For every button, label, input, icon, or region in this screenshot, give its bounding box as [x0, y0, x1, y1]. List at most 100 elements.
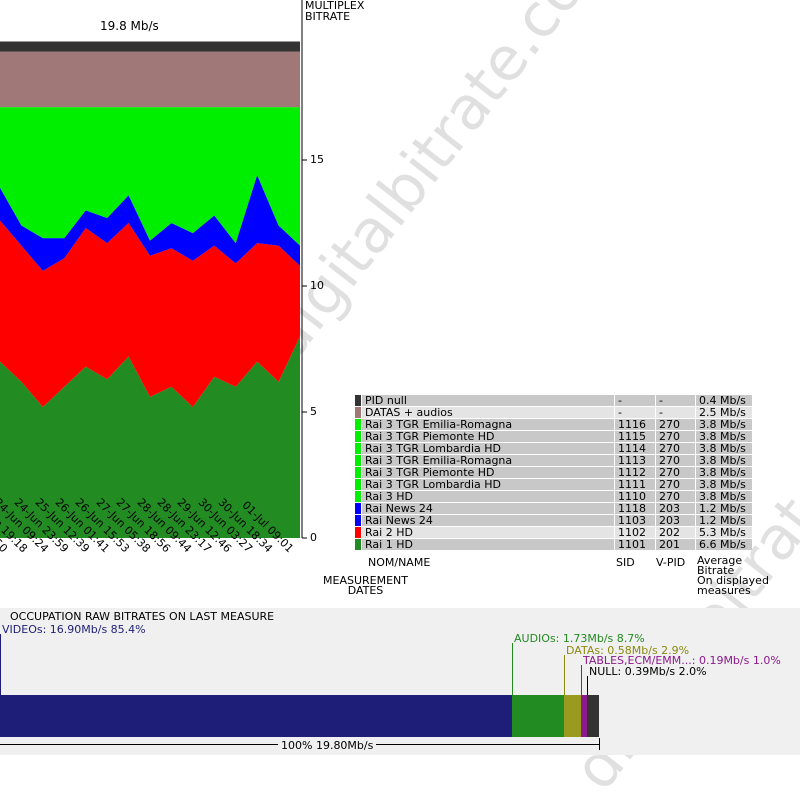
occupation-segment-audios: [512, 695, 564, 737]
legend-channel-name: Rai 3 TGR Lombardia HD: [362, 443, 614, 454]
legend-sid: 1110: [615, 491, 655, 502]
legend-color-swatch: [355, 455, 361, 466]
legend-channel-name: Rai 3 TGR Piemonte HD: [362, 467, 614, 478]
legend-vpid: -: [656, 395, 695, 406]
y-tick-label: 10: [310, 279, 324, 292]
legend-channel-name: DATAS + audios: [362, 407, 614, 418]
legend-header-name: NOM/NAME: [368, 556, 431, 569]
legend-sid: 1114: [615, 443, 655, 454]
legend-vpid: 270: [656, 443, 695, 454]
legend-bitrate: 3.8 Mb/s: [696, 443, 752, 454]
legend-row: Rai 2 HD 1102 202 5.3 Mb/s: [355, 527, 752, 538]
y-tick-label: 0: [310, 531, 317, 544]
y-tick-label: 15: [310, 153, 324, 166]
legend-bitrate: 0.4 Mb/s: [696, 395, 752, 406]
area-series-5: [0, 41, 300, 52]
legend-sid: 1101: [615, 539, 655, 550]
occupation-segment-videos: [0, 695, 512, 737]
legend-bitrate: 3.8 Mb/s: [696, 491, 752, 502]
legend-vpid: -: [656, 407, 695, 418]
legend-channel-name: Rai 2 HD: [362, 527, 614, 538]
legend-sid: 1112: [615, 467, 655, 478]
legend-vpid: 270: [656, 479, 695, 490]
legend-row: Rai News 24 1103 203 1.2 Mb/s: [355, 515, 752, 526]
occupation-leader-videos: [0, 634, 1, 695]
legend-color-swatch: [355, 515, 361, 526]
legend-row: Rai 3 TGR Lombardia HD 1111 270 3.8 Mb/s: [355, 479, 752, 490]
occupation-leader-audios: [512, 643, 513, 695]
legend-header-vpid: V-PID: [656, 556, 686, 569]
legend-vpid: 270: [656, 455, 695, 466]
occupation-leader-null: [587, 676, 588, 695]
legend-color-swatch: [355, 527, 361, 538]
legend-sid: 1118: [615, 503, 655, 514]
legend-channel-name: Rai 3 TGR Lombardia HD: [362, 479, 614, 490]
legend-channel-name: PID null: [362, 395, 614, 406]
legend-sid: -: [615, 407, 655, 418]
legend-channel-name: Rai 1 HD: [362, 539, 614, 550]
legend-color-swatch: [355, 467, 361, 478]
legend-row: Rai 3 TGR Piemonte HD 1115 270 3.8 Mb/s: [355, 431, 752, 442]
legend-vpid: 201: [656, 539, 695, 550]
legend-bitrate: 3.8 Mb/s: [696, 431, 752, 442]
legend-sid: -: [615, 395, 655, 406]
legend-vpid: 203: [656, 503, 695, 514]
legend-row: DATAS + audios - -2.5 Mb/s: [355, 407, 752, 418]
legend-bitrate: 5.3 Mb/s: [696, 527, 752, 538]
legend-header-sid: SID: [616, 556, 635, 569]
legend-bitrate: 2.5 Mb/s: [696, 407, 752, 418]
legend-channel-name: Rai 3 TGR Emilia-Romagna: [362, 419, 614, 430]
legend-sid: 1102: [615, 527, 655, 538]
legend-bitrate: 3.8 Mb/s: [696, 419, 752, 430]
legend-row: Rai 3 TGR Emilia-Romagna 1116 270 3.8 Mb/s: [355, 419, 752, 430]
total-bitrate-label: 19.8 Mb/s: [100, 19, 159, 33]
legend-vpid: 202: [656, 527, 695, 538]
area-series-4: [0, 51, 300, 108]
occupation-total-label: 100% 19.80Mb/s: [278, 739, 377, 752]
legend-row: PID null - -0.4 Mb/s: [355, 395, 752, 406]
legend-row: Rai 1 HD 1101 201 6.6 Mb/s: [355, 539, 752, 550]
legend-color-swatch: [355, 419, 361, 430]
y-axis-title-line2: BITRATE: [305, 10, 351, 23]
measurement-label-line2: DATES: [347, 584, 384, 597]
legend-color-swatch: [355, 431, 361, 442]
legend-color-swatch: [355, 479, 361, 490]
y-tick-label: 5: [310, 405, 317, 418]
legend-color-swatch: [355, 395, 361, 406]
legend-row: Rai 3 HD 1110 270 3.8 Mb/s: [355, 491, 752, 502]
legend-header-average-line4: measures: [697, 584, 751, 597]
legend-bitrate: 3.8 Mb/s: [696, 455, 752, 466]
legend-color-swatch: [355, 503, 361, 514]
occupation-panel: OCCUPATION RAW BITRATES ON LAST MEASURE …: [0, 608, 800, 755]
legend-channel-name: Rai 3 HD: [362, 491, 614, 502]
channel-legend-table: PID null - -0.4 Mb/s DATAS + audios - -2.5 Mb…: [354, 394, 753, 551]
legend-bitrate: 3.8 Mb/s: [696, 467, 752, 478]
occupation-segment-datas: [564, 695, 581, 737]
legend-color-swatch: [355, 443, 361, 454]
legend-row: Rai 3 TGR Emilia-Romagna 1113 270 3.8 Mb/s: [355, 455, 752, 466]
legend-vpid: 203: [656, 515, 695, 526]
occupation-total-tick-right: [599, 738, 600, 750]
legend-bitrate: 6.6 Mb/s: [696, 539, 752, 550]
legend-bitrate: 1.2 Mb/s: [696, 503, 752, 514]
legend-color-swatch: [355, 491, 361, 502]
legend-vpid: 270: [656, 467, 695, 478]
legend-color-swatch: [355, 407, 361, 418]
legend-sid: 1115: [615, 431, 655, 442]
occupation-label-null: NULL: 0.39Mb/s 2.0%: [589, 665, 707, 678]
legend-vpid: 270: [656, 491, 695, 502]
legend-sid: 1103: [615, 515, 655, 526]
measurement-dates-label: MEASUREMENT DATES: [323, 575, 408, 597]
legend-bitrate: 1.2 Mb/s: [696, 515, 752, 526]
legend-vpid: 270: [656, 419, 695, 430]
legend-vpid: 270: [656, 431, 695, 442]
occupation-segment-null: [587, 695, 599, 737]
y-axis-title: MULTIPLEX BITRATE: [305, 0, 364, 22]
occupation-title: OCCUPATION RAW BITRATES ON LAST MEASURE: [10, 610, 275, 623]
legend-row: Rai News 24 1118 203 1.2 Mb/s: [355, 503, 752, 514]
legend-sid: 1111: [615, 479, 655, 490]
legend-bitrate: 3.8 Mb/s: [696, 479, 752, 490]
legend-row: Rai 3 TGR Lombardia HD 1114 270 3.8 Mb/s: [355, 443, 752, 454]
occupation-leader-tables: [581, 665, 582, 695]
legend-sid: 1113: [615, 455, 655, 466]
